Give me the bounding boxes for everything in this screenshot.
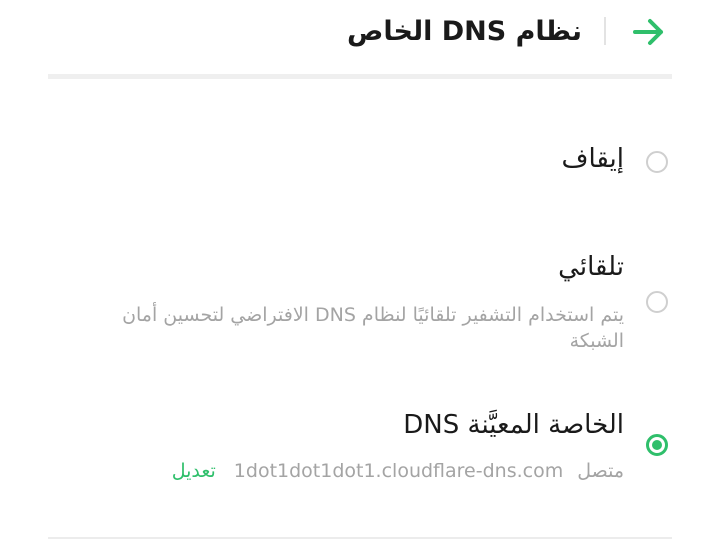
option-off-label: إيقاف [561,144,625,174]
option-custom-subline: متصل 1dot1dot1dot1.cloudflare-dns.com تعدي… [172,460,624,482]
app-header: نظام DNS الخاص [0,0,720,66]
option-off[interactable]: إيقاف [48,130,672,194]
header-separator [604,17,606,45]
edit-link[interactable]: تعديل [172,460,216,482]
option-auto[interactable]: تلقائي يتم استخدام التشفير تلقائيًا لنظا… [48,246,672,358]
option-custom-label: الخاصة المعيَّنة DNS [403,410,624,440]
bottom-divider [48,537,672,539]
radio-off[interactable] [646,151,668,173]
option-auto-description: يتم استخدام التشفير تلقائيًا لنظام DNS ا… [122,304,624,352]
dns-hostname: 1dot1dot1dot1.cloudflare-dns.com [233,460,564,482]
option-auto-label: تلقائي [558,252,624,282]
connection-status: متصل [577,460,624,482]
back-button[interactable] [626,12,672,52]
radio-auto[interactable] [646,291,668,313]
radio-custom[interactable] [646,434,668,456]
option-custom[interactable]: الخاصة المعيَّنة DNS متصل 1dot1dot1dot1.c… [48,400,672,500]
arrow-right-icon [633,19,663,45]
page-title: نظام DNS الخاص [347,16,582,47]
header-divider [48,74,672,79]
